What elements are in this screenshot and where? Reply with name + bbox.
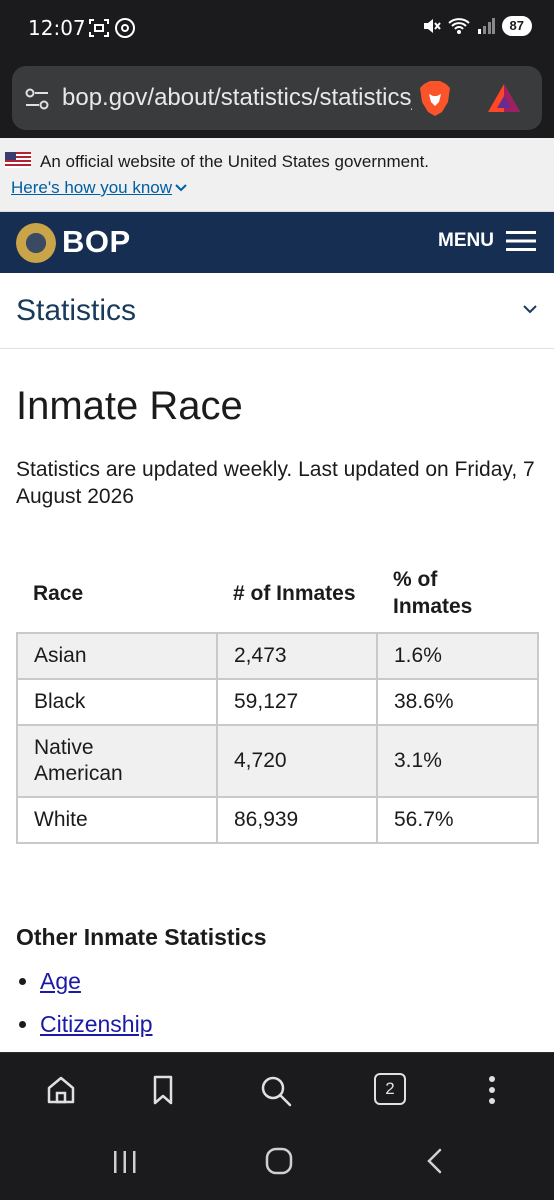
signal-icon bbox=[477, 18, 495, 34]
table-row: Native American 4,720 3.1% bbox=[16, 724, 539, 798]
bookmark-icon[interactable] bbox=[148, 1073, 178, 1107]
status-time: 12:07 bbox=[28, 16, 86, 40]
heres-how-you-know-label[interactable]: Here's how you know bbox=[11, 178, 172, 198]
url-text[interactable]: bop.gov/about/statistics/statistics_inma… bbox=[62, 84, 412, 112]
menu-label[interactable]: MENU bbox=[438, 230, 494, 252]
tab-switcher-button[interactable]: 2 bbox=[374, 1073, 406, 1105]
nfc-icon bbox=[115, 18, 135, 38]
table-header-row: Race # of Inmates % of Inmates bbox=[17, 554, 538, 633]
home-nav-icon[interactable] bbox=[264, 1146, 294, 1176]
inmate-race-table: Race # of Inmates % of Inmates Asian 2,4… bbox=[16, 554, 539, 844]
last-updated-text: Statistics are updated weekly. Last upda… bbox=[16, 458, 535, 508]
chevron-down-icon[interactable] bbox=[174, 181, 188, 195]
column-header-race: Race bbox=[33, 581, 84, 605]
system-navigation-bar bbox=[0, 1126, 554, 1200]
menu-button[interactable]: MENU bbox=[438, 230, 536, 252]
race-cell: Native American bbox=[16, 724, 218, 798]
chevron-down-icon[interactable] bbox=[522, 303, 538, 315]
other-statistics-heading: Other Inmate Statistics bbox=[16, 924, 267, 950]
percent-cell: 56.7% bbox=[376, 796, 539, 844]
address-bar[interactable]: bop.gov/about/statistics/statistics_inma… bbox=[12, 66, 542, 130]
web-page: An official website of the United States… bbox=[0, 138, 554, 1052]
percent-cell: 3.1% bbox=[376, 724, 539, 798]
list-item: Citizenship bbox=[40, 1011, 153, 1038]
table-row: White 86,939 56.7% bbox=[16, 796, 539, 844]
section-title[interactable]: Statistics bbox=[16, 294, 136, 328]
mute-icon bbox=[423, 19, 441, 33]
citizenship-link[interactable]: Citizenship bbox=[40, 1011, 153, 1037]
gov-banner: An official website of the United States… bbox=[0, 138, 554, 212]
percent-cell: 38.6% bbox=[376, 678, 539, 726]
heres-how-you-know-link[interactable]: Here's how you know bbox=[11, 178, 188, 198]
other-statistics-list: Age Citizenship bbox=[40, 968, 153, 1052]
us-flag-icon bbox=[5, 152, 31, 168]
percent-cell: 1.6% bbox=[376, 632, 539, 680]
status-notification-icons bbox=[88, 17, 136, 39]
bop-seal-logo[interactable] bbox=[16, 223, 56, 263]
column-header-count: # of Inmates bbox=[233, 581, 356, 605]
race-cell: Black bbox=[16, 678, 218, 726]
count-cell: 86,939 bbox=[216, 796, 378, 844]
count-cell: 59,127 bbox=[216, 678, 378, 726]
age-link[interactable]: Age bbox=[40, 968, 81, 994]
screenshot-icon bbox=[89, 19, 109, 37]
column-header-percent: % of Inmates bbox=[393, 568, 473, 618]
wifi-icon bbox=[447, 18, 470, 34]
site-header: BOP MENU bbox=[0, 212, 554, 273]
hamburger-icon[interactable] bbox=[506, 230, 536, 252]
table-row: Black 59,127 38.6% bbox=[16, 678, 539, 726]
battery-indicator: 87 bbox=[501, 16, 532, 36]
count-cell: 4,720 bbox=[216, 724, 378, 798]
back-icon[interactable] bbox=[422, 1146, 448, 1176]
bat-rewards-icon[interactable] bbox=[486, 82, 522, 114]
brave-shields-icon[interactable] bbox=[418, 80, 452, 118]
browser-bottom-bar: 2 bbox=[0, 1052, 554, 1126]
status-system-icons: 87 bbox=[422, 16, 532, 36]
site-settings-icon[interactable] bbox=[24, 86, 50, 112]
gov-banner-text: An official website of the United States… bbox=[40, 152, 430, 171]
browser-toolbar: bop.gov/about/statistics/statistics_inma… bbox=[0, 58, 554, 138]
more-options-icon[interactable] bbox=[478, 1073, 506, 1107]
home-icon[interactable] bbox=[44, 1073, 78, 1107]
count-cell: 2,473 bbox=[216, 632, 378, 680]
search-icon[interactable] bbox=[258, 1073, 294, 1109]
status-bar: 12:07 87 bbox=[0, 0, 554, 58]
page-title: Inmate Race bbox=[16, 384, 243, 428]
site-logo-text[interactable]: BOP bbox=[62, 224, 131, 260]
race-cell: Asian bbox=[16, 632, 218, 680]
list-item: Age bbox=[40, 968, 153, 995]
race-cell: White bbox=[16, 796, 218, 844]
section-nav-toggle[interactable]: Statistics bbox=[0, 273, 554, 349]
table-row: Asian 2,473 1.6% bbox=[16, 632, 539, 680]
recent-apps-icon[interactable] bbox=[110, 1148, 140, 1176]
